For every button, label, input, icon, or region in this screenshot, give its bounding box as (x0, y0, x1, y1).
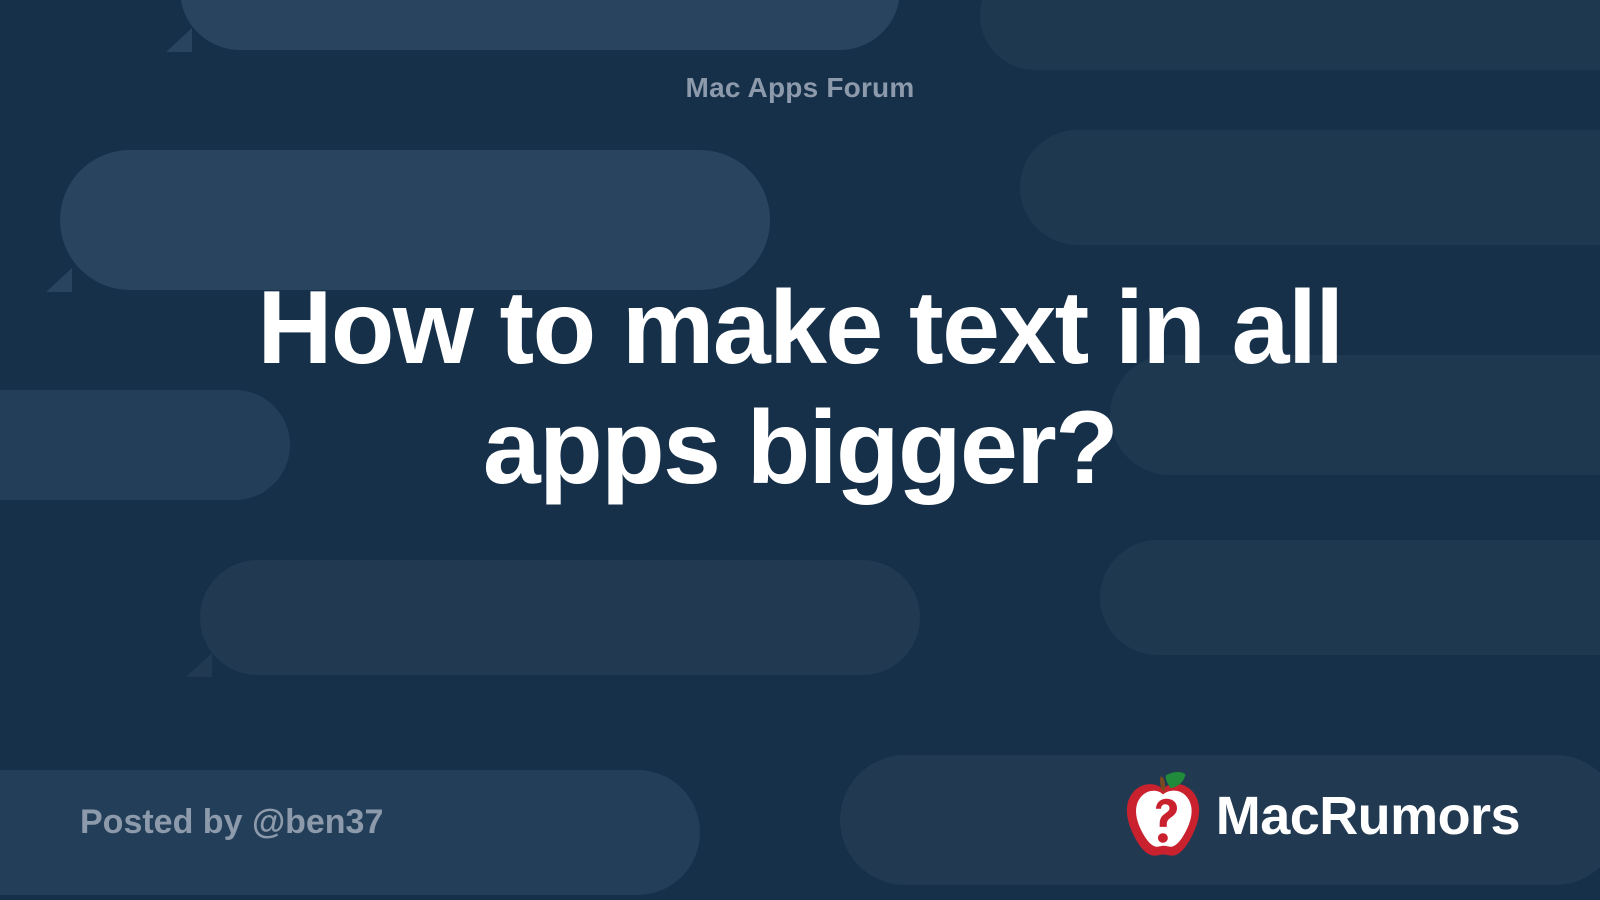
brand-logo: MacRumors (1124, 772, 1520, 860)
posted-by: Posted by @ben37 (80, 803, 383, 842)
brand-name: MacRumors (1216, 785, 1520, 847)
posted-by-prefix: Posted by (80, 803, 252, 841)
macrumors-apple-icon (1124, 772, 1202, 860)
posted-by-handle: @ben37 (252, 803, 383, 841)
thread-title: How to make text in all apps bigger? (150, 269, 1450, 508)
share-card: Mac Apps Forum How to make text in all a… (0, 0, 1600, 900)
forum-category: Mac Apps Forum (686, 72, 915, 104)
